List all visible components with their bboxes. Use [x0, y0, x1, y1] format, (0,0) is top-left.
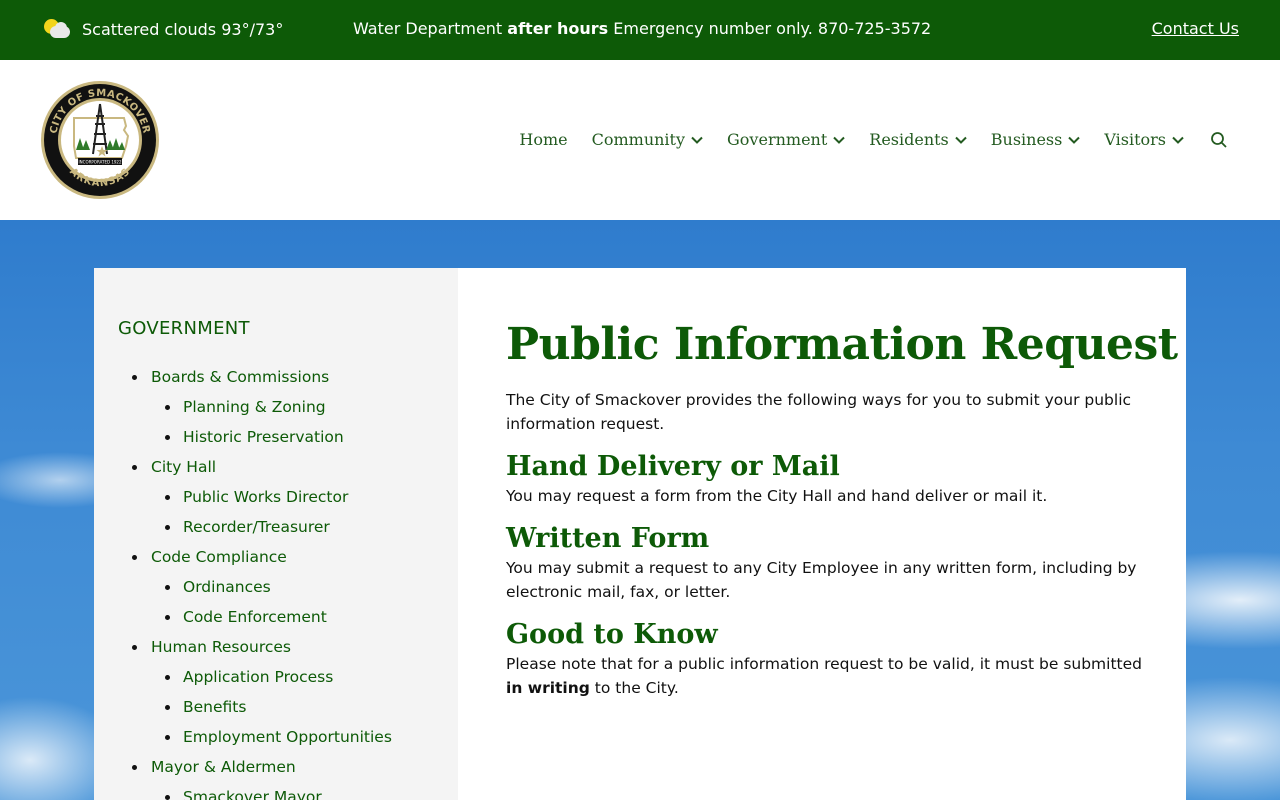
- chevron-down-icon: [691, 136, 703, 144]
- sidebar-title: GOVERNMENT: [118, 318, 250, 339]
- partly-cloudy-icon: [44, 18, 72, 40]
- sidebar-item[interactable]: Code Enforcement: [118, 602, 448, 632]
- bullet-icon: [132, 765, 137, 770]
- city-seal-logo[interactable]: CITY OF SMACKOVER ARKANSAS INCORPORATED …: [40, 80, 160, 200]
- sidebar-item[interactable]: Benefits: [118, 692, 448, 722]
- sidebar-item[interactable]: Recorder/Treasurer: [118, 512, 448, 542]
- bullet-icon: [165, 705, 170, 710]
- bullet-icon: [165, 405, 170, 410]
- good-to-know-bold: in writing: [506, 679, 590, 697]
- site-header: CITY OF SMACKOVER ARKANSAS INCORPORATED …: [0, 60, 1280, 220]
- sidebar-nav-list: Boards & Commissions Planning & Zoning His…: [118, 362, 448, 800]
- sidebar-item-label: Smackover Mayor: [183, 788, 322, 800]
- sidebar-item[interactable]: Ordinances: [118, 572, 448, 602]
- sidebar-item-label: Historic Preservation: [183, 428, 344, 446]
- bullet-icon: [165, 675, 170, 680]
- sidebar-item-label: Public Works Director: [183, 488, 349, 506]
- nav-item-label: Home: [519, 130, 568, 149]
- bullet-icon: [165, 585, 170, 590]
- sidebar-item[interactable]: Smackover Mayor: [118, 782, 448, 800]
- sidebar-item-label: Code Enforcement: [183, 608, 327, 626]
- alert-text-start: Water Department: [353, 19, 508, 38]
- nav-item-residents[interactable]: Residents: [869, 130, 967, 149]
- bullet-icon: [165, 735, 170, 740]
- good-to-know-text-end: to the City.: [589, 679, 679, 697]
- sidebar-item[interactable]: Code Compliance: [118, 542, 448, 572]
- alert-text-end: Emergency number only. 870-725-3572: [608, 19, 932, 38]
- nav-item-government[interactable]: Government: [727, 130, 845, 149]
- weather-text: Scattered clouds 93°/73°: [82, 19, 284, 39]
- sidebar-item-label: Ordinances: [183, 578, 271, 596]
- section-text-written-form: You may submit a request to any City Emp…: [506, 559, 1137, 601]
- nav-item-label: Community: [591, 130, 686, 149]
- sidebar-item-label: Boards & Commissions: [151, 368, 330, 386]
- sidebar-item-label: Human Resources: [151, 638, 291, 656]
- page-title: Public Information Request: [506, 319, 1178, 370]
- chevron-down-icon: [1068, 136, 1081, 144]
- svg-text:INCORPORATED 1922: INCORPORATED 1922: [79, 160, 122, 165]
- sidebar-item-label: Planning & Zoning: [183, 398, 326, 416]
- sidebar-item-label: Benefits: [183, 698, 247, 716]
- sidebar-item[interactable]: Boards & Commissions: [118, 362, 448, 392]
- sidebar-item[interactable]: City Hall: [118, 452, 448, 482]
- section-sidebar: GOVERNMENT Boards & Commissions Planning …: [94, 268, 458, 800]
- sidebar-item-label: City Hall: [151, 458, 217, 476]
- sidebar-item[interactable]: Employment Opportunities: [118, 722, 448, 752]
- bullet-icon: [132, 375, 137, 380]
- section-text-hand-delivery: You may request a form from the City Hal…: [506, 487, 1048, 505]
- nav-item-business[interactable]: Business: [991, 130, 1081, 149]
- contact-us-link[interactable]: Contact Us: [1152, 19, 1239, 38]
- main-content: Public Information Request The City of S…: [458, 268, 1186, 800]
- sidebar-item[interactable]: Application Process: [118, 662, 448, 692]
- sidebar-item[interactable]: Historic Preservation: [118, 422, 448, 452]
- sidebar-item[interactable]: Mayor & Aldermen: [118, 752, 448, 782]
- chevron-down-icon: [833, 136, 845, 144]
- section-text-good-to-know: Please note that for a public informatio…: [506, 652, 1146, 700]
- section-heading-written-form: Written Form: [506, 523, 710, 554]
- nav-item-community[interactable]: Community: [592, 130, 703, 149]
- nav-item-label: Residents: [869, 130, 949, 149]
- chevron-down-icon: [1172, 136, 1184, 144]
- nav-item-home[interactable]: Home: [519, 130, 567, 149]
- bullet-icon: [165, 795, 170, 800]
- sidebar-item-label: Application Process: [183, 668, 334, 686]
- search-icon[interactable]: [1210, 131, 1228, 149]
- section-heading-good-to-know: Good to Know: [506, 619, 718, 650]
- emergency-alert: Water Department after hours Emergency n…: [353, 19, 931, 38]
- sidebar-item-label: Recorder/Treasurer: [183, 518, 330, 536]
- sidebar-item-label: Employment Opportunities: [183, 728, 392, 746]
- sidebar-item[interactable]: Public Works Director: [118, 482, 448, 512]
- sidebar-item[interactable]: Human Resources: [118, 632, 448, 662]
- main-navigation: Home Community Government Residents Business…: [519, 130, 1228, 149]
- intro-paragraph: The City of Smackover provides the follo…: [506, 391, 1132, 433]
- nav-item-label: Visitors: [1104, 130, 1166, 149]
- sidebar-item-label: Mayor & Aldermen: [151, 758, 296, 776]
- bullet-icon: [132, 555, 137, 560]
- bullet-icon: [132, 645, 137, 650]
- bullet-icon: [165, 495, 170, 500]
- bullet-icon: [165, 615, 170, 620]
- nav-item-label: Government: [727, 130, 828, 149]
- weather-widget: Scattered clouds 93°/73°: [44, 18, 283, 40]
- alert-text-bold: after hours: [507, 19, 609, 38]
- chevron-down-icon: [955, 136, 967, 144]
- top-alert-bar: Scattered clouds 93°/73° Water Departmen…: [0, 0, 1280, 60]
- section-heading-hand-delivery: Hand Delivery or Mail: [506, 451, 840, 482]
- nav-item-visitors[interactable]: Visitors: [1104, 130, 1184, 149]
- bullet-icon: [165, 435, 170, 440]
- sidebar-item-label: Code Compliance: [151, 548, 287, 566]
- bullet-icon: [165, 525, 170, 530]
- sidebar-item[interactable]: Planning & Zoning: [118, 392, 448, 422]
- good-to-know-text-start: Please note that for a public informatio…: [506, 655, 1142, 673]
- bullet-icon: [132, 465, 137, 470]
- nav-item-label: Business: [990, 130, 1063, 149]
